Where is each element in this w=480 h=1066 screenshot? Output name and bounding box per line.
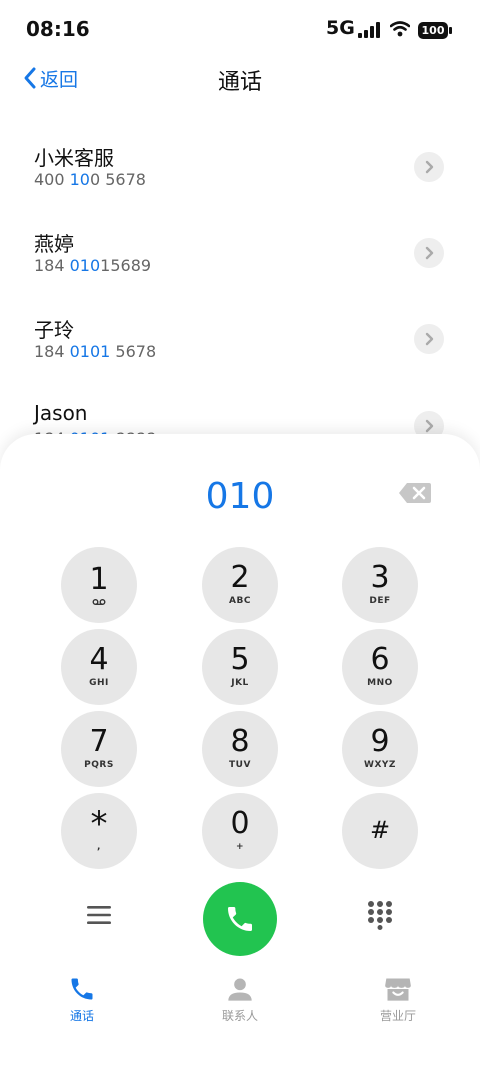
chevron-right-icon xyxy=(425,419,434,433)
contact-row[interactable]: 子玲 184 0101 5678 xyxy=(0,314,480,400)
keypad-icon[interactable] xyxy=(367,900,393,930)
nav-contacts[interactable]: 联系人 xyxy=(190,975,290,1024)
number-match: 010 xyxy=(69,256,101,275)
nav-label: 联系人 xyxy=(221,1009,258,1023)
number-match: 10 xyxy=(69,170,90,189)
number-match: 0101 xyxy=(69,342,111,361)
network-type: 5G xyxy=(326,17,355,39)
phone-icon xyxy=(71,978,93,1000)
nav-store[interactable]: 营业厅 xyxy=(348,975,448,1024)
battery-level: 100 xyxy=(421,24,445,37)
key-star[interactable]: * , xyxy=(61,793,137,869)
signal-icon xyxy=(358,22,380,38)
page-title: 通话 xyxy=(217,70,262,95)
phone-icon xyxy=(228,907,252,931)
chevron-right-icon xyxy=(425,246,434,260)
contact-number: 400 100 5678 xyxy=(34,170,146,189)
chevron-right-icon xyxy=(425,160,434,174)
contact-name: 燕婷 xyxy=(34,232,74,256)
store-icon xyxy=(385,978,411,1001)
nav-calls[interactable]: 通话 xyxy=(32,975,132,1024)
backspace-icon[interactable] xyxy=(398,482,432,504)
key-5[interactable]: 5 JKL xyxy=(202,629,278,705)
nav-label: 营业厅 xyxy=(379,1009,416,1023)
key-1[interactable]: 1 xyxy=(61,547,137,623)
contact-number: 184 0101 5678 xyxy=(34,342,157,361)
contact-detail-button[interactable] xyxy=(414,238,444,268)
status-bar: 08:16 5G 100 xyxy=(0,0,480,60)
battery-icon: 100 xyxy=(418,22,452,39)
key-hash[interactable]: # xyxy=(342,793,418,869)
person-icon xyxy=(228,978,252,1001)
key-9[interactable]: 9 WXYZ xyxy=(342,711,418,787)
wifi-icon xyxy=(390,21,410,37)
menu-icon[interactable] xyxy=(86,904,112,926)
key-7[interactable]: 7 PQRS xyxy=(61,711,137,787)
key-3[interactable]: 3 DEF xyxy=(342,547,418,623)
dialer-panel: 010 1 2 ABC 3 DEF 4 GHI 5 JKL 6 MNO 7 PQ… xyxy=(0,434,480,1066)
voicemail-icon xyxy=(92,598,106,605)
key-2[interactable]: 2 ABC xyxy=(202,547,278,623)
contact-name: 子玲 xyxy=(34,318,74,342)
contact-row[interactable]: 燕婷 184 01015689 xyxy=(0,228,480,314)
contact-number: 184 01015689 xyxy=(34,256,152,275)
key-0[interactable]: 0 + xyxy=(202,793,278,869)
contact-detail-button[interactable] xyxy=(414,152,444,182)
call-button[interactable] xyxy=(203,882,277,956)
bottom-nav: 通话 联系人 营业厅 xyxy=(0,975,480,1035)
contact-detail-button[interactable] xyxy=(414,324,444,354)
key-8[interactable]: 8 TUV xyxy=(202,711,278,787)
nav-label: 通话 xyxy=(69,1009,94,1023)
contact-name: 小米客服 xyxy=(34,146,114,170)
contact-name: Jason xyxy=(34,401,88,425)
contact-row[interactable]: 小米客服 400 100 5678 xyxy=(0,142,480,228)
key-4[interactable]: 4 GHI xyxy=(61,629,137,705)
chevron-right-icon xyxy=(425,332,434,346)
key-6[interactable]: 6 MNO xyxy=(342,629,418,705)
status-time: 08:16 xyxy=(26,17,90,41)
